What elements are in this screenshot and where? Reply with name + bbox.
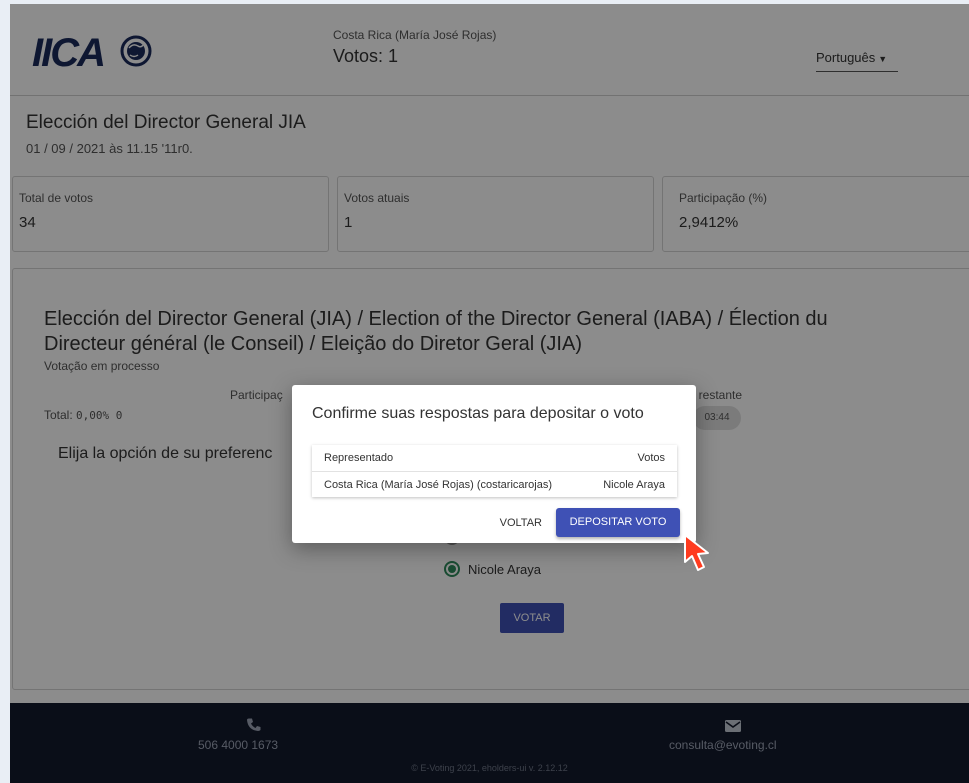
cell-represented: Costa Rica (María José Rojas) (costarica… bbox=[324, 478, 553, 491]
dialog-title: Confirme suas respostas para depositar o… bbox=[312, 405, 644, 422]
back-button[interactable]: VOLTAR bbox=[500, 517, 542, 529]
cell-vote: Nicole Araya bbox=[603, 478, 665, 491]
dialog-actions: VOLTAR DEPOSITAR VOTO bbox=[500, 508, 680, 537]
column-votes: Votos bbox=[637, 452, 665, 464]
table-row: Costa Rica (María José Rojas) (costarica… bbox=[312, 471, 677, 497]
table-header: Representado Votos bbox=[312, 445, 677, 471]
cursor-icon bbox=[684, 534, 709, 571]
deposit-vote-button[interactable]: DEPOSITAR VOTO bbox=[556, 508, 680, 537]
confirm-vote-dialog: Confirme suas respostas para depositar o… bbox=[292, 385, 696, 543]
confirm-table: Representado Votos Costa Rica (María Jos… bbox=[312, 445, 677, 497]
app-frame: IICA Costa Rica (María José Rojas) Votos… bbox=[10, 4, 969, 783]
column-represented: Representado bbox=[324, 452, 394, 464]
